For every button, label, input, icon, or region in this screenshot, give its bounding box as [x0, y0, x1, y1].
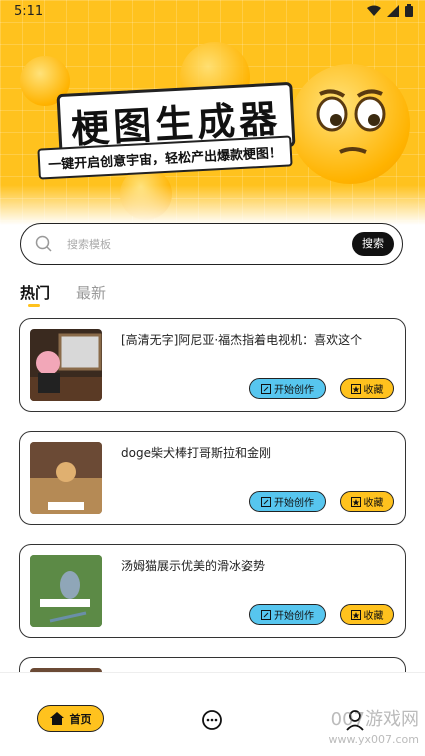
thinking-emoji-icon [290, 64, 410, 184]
status-time: 5:11 [14, 4, 44, 19]
tab-latest-label: 最新 [76, 284, 107, 302]
start-create-label: 开始创作 [274, 611, 314, 622]
star-icon [350, 496, 361, 507]
search-bar[interactable]: 搜索模板 搜索 [20, 223, 403, 265]
template-title: 汤姆猫展示优美的滑冰姿势 [121, 559, 266, 573]
watermark: 007游戏网 www.yx007.com [329, 710, 419, 750]
tab-hot-label: 热门 [20, 284, 51, 302]
template-title: doge柴犬棒打哥斯拉和金刚 [121, 446, 271, 460]
star-icon [350, 383, 361, 394]
battery-icon [405, 4, 413, 17]
watermark-url: www.yx007.com [328, 733, 419, 746]
favorite-button[interactable]: 收藏 [340, 491, 394, 512]
home-icon [49, 712, 64, 725]
favorite-label: 收藏 [363, 385, 384, 396]
start-create-label: 开始创作 [274, 498, 314, 509]
favorite-label: 收藏 [363, 611, 384, 622]
status-bar: 5:11 [0, 0, 425, 24]
tab-home-label: 首页 [69, 712, 92, 726]
category-tabs: 热门 最新 [20, 282, 106, 307]
template-title: [高清无字]阿尼亚·福杰指着电视机：喜欢这个 [121, 333, 363, 347]
template-thumbnail [30, 329, 102, 401]
start-create-label: 开始创作 [274, 385, 314, 396]
hero-banner: 梗图生成器 一键开启创意宇宙，轻松产出爆款梗图！ [0, 0, 425, 225]
status-icons [367, 4, 413, 17]
edit-icon [261, 383, 271, 394]
wifi-icon [367, 5, 381, 16]
start-create-button[interactable]: 开始创作 [249, 491, 326, 512]
template-card[interactable]: [高清无字]阿尼亚·福杰指着电视机：喜欢这个 开始创作 收藏 [19, 318, 406, 412]
tab-active-indicator [28, 304, 40, 307]
favorite-button[interactable]: 收藏 [340, 378, 394, 399]
template-thumbnail [30, 442, 102, 514]
start-create-button[interactable]: 开始创作 [249, 378, 326, 399]
search-icon [35, 235, 52, 252]
template-thumbnail [30, 555, 102, 627]
tab-latest[interactable]: 最新 [76, 282, 106, 303]
favorite-label: 收藏 [363, 498, 384, 509]
template-card[interactable]: 汤姆猫展示优美的滑冰姿势 开始创作 收藏 [19, 544, 406, 638]
bottom-tab-bar: 首页 007游戏网 www.yx007.com [0, 672, 425, 756]
chat-icon[interactable] [201, 709, 223, 731]
watermark-main: 007游戏网 [330, 709, 419, 730]
start-create-button[interactable]: 开始创作 [249, 604, 326, 625]
search-button[interactable]: 搜索 [352, 232, 394, 256]
edit-icon [261, 609, 271, 620]
signal-icon [387, 4, 399, 17]
tab-hot[interactable]: 热门 [20, 282, 51, 307]
star-icon [350, 609, 361, 620]
edit-icon [261, 496, 271, 507]
tab-home[interactable]: 首页 [37, 705, 104, 732]
favorite-button[interactable]: 收藏 [340, 604, 394, 625]
search-input[interactable]: 搜索模板 [67, 236, 111, 252]
template-card[interactable]: doge柴犬棒打哥斯拉和金刚 开始创作 收藏 [19, 431, 406, 525]
